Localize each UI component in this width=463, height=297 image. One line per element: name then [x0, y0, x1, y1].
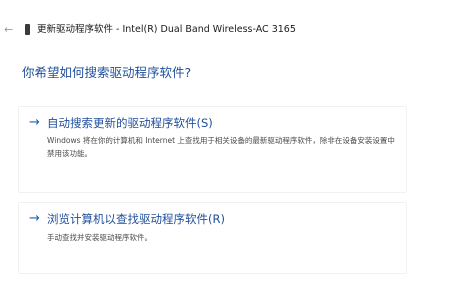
- back-arrow-icon[interactable]: ←: [4, 24, 13, 36]
- search-automatically-option[interactable]: → 自动搜索更新的驱动程序软件(S) Windows 将在你的计算机和 Inte…: [18, 106, 407, 193]
- network-adapter-icon: [25, 24, 30, 35]
- browse-computer-title: 浏览计算机以查找驱动程序软件(R): [47, 212, 225, 226]
- browse-computer-description: 手动查找并安装驱动程序软件。: [47, 233, 152, 242]
- arrow-right-icon: →: [29, 115, 40, 130]
- title-bar: ← 更新驱动程序软件 - Intel(R) Dual Band Wireless…: [0, 0, 463, 54]
- update-driver-dialog: ← 更新驱动程序软件 - Intel(R) Dual Band Wireless…: [0, 0, 463, 297]
- browse-computer-option[interactable]: → 浏览计算机以查找驱动程序软件(R) 手动查找并安装驱动程序软件。: [18, 202, 407, 274]
- arrow-right-icon: →: [29, 211, 40, 226]
- window-title: 更新驱动程序软件 - Intel(R) Dual Band Wireless-A…: [37, 24, 296, 35]
- search-automatically-title: 自动搜索更新的驱动程序软件(S): [47, 116, 213, 130]
- page-heading: 你希望如何搜索驱动程序软件?: [22, 65, 192, 80]
- search-automatically-description: Windows 将在你的计算机和 Internet 上查找用于相关设备的最新驱动…: [47, 136, 395, 158]
